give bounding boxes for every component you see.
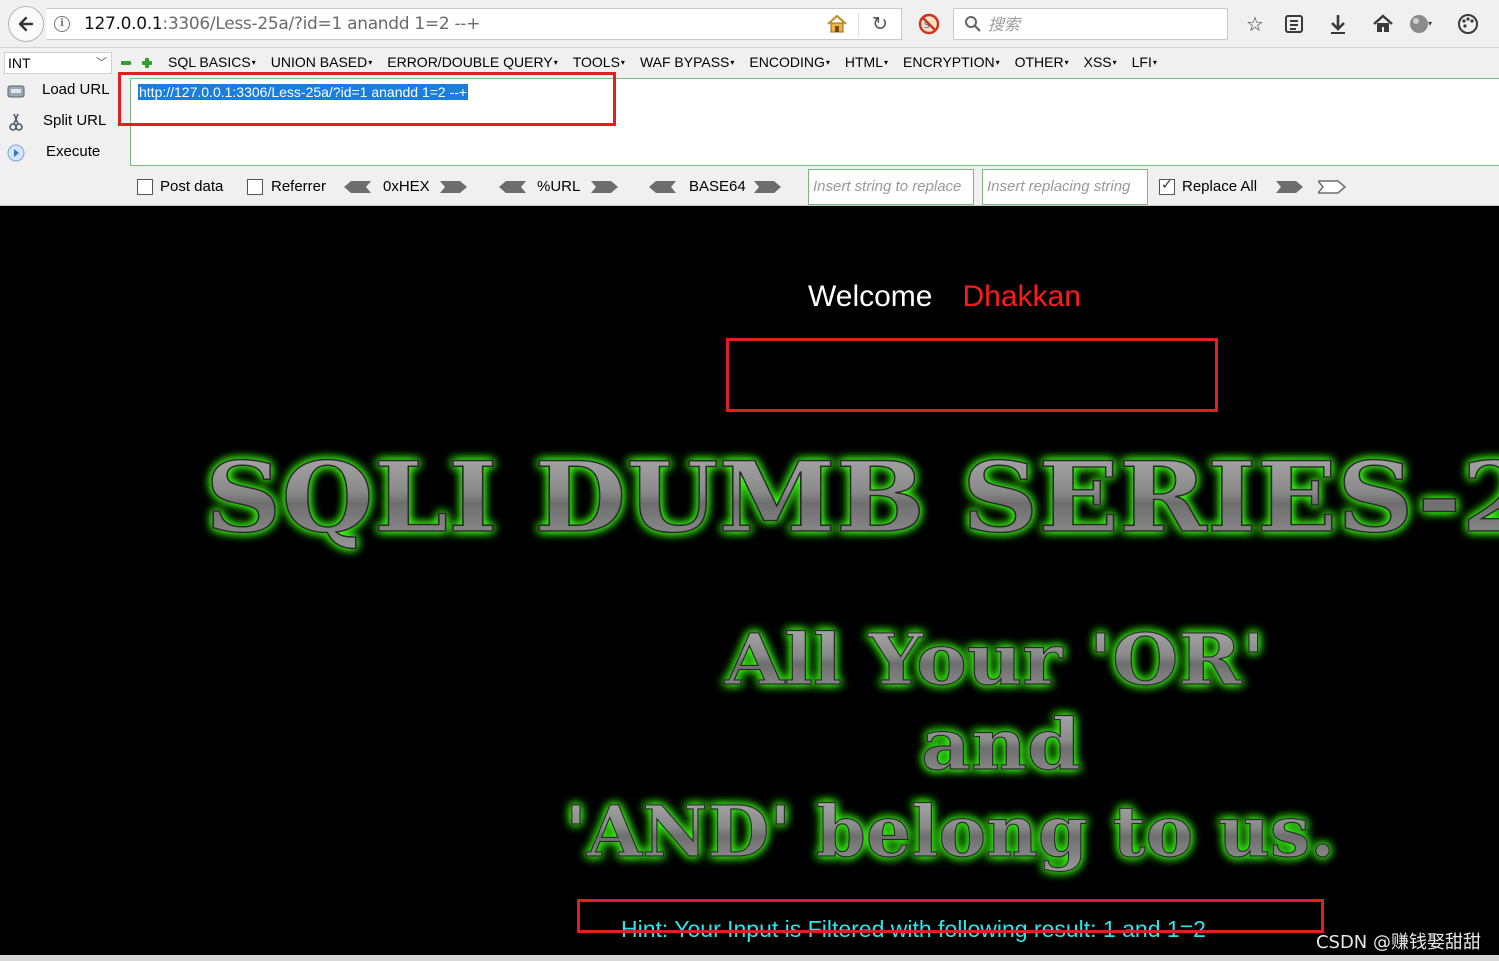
csdn-watermark: CSDN @赚钱娶甜甜 <box>1315 932 1481 953</box>
execute-button[interactable]: Execute <box>4 140 124 166</box>
hackbar-menu-other[interactable]: OTHER <box>1015 54 1069 70</box>
url-decode-arrow-icon[interactable] <box>498 179 526 195</box>
hackbar-menu-union-based[interactable]: UNION BASED <box>271 54 372 70</box>
url-encode-label: %URL <box>537 178 581 195</box>
post-data-checkbox[interactable] <box>137 179 153 195</box>
home-icon[interactable] <box>1371 12 1395 36</box>
execute-label: Execute <box>46 143 101 160</box>
search-bar[interactable] <box>953 8 1228 40</box>
page-content: Welcome Dhakkan SQLI DUMB SERIES-2 All Yo… <box>0 206 1499 961</box>
banner-subtitle-line3: 'AND' belong to us. <box>565 790 1335 873</box>
base64-label: BASE64 <box>689 178 746 195</box>
page-banner: SQLI DUMB SERIES-2 All Your 'OR' and 'AN… <box>204 440 1499 873</box>
hackbar-menu-html[interactable]: HTML <box>845 54 888 70</box>
annotation-box-hint <box>577 899 1324 933</box>
hackbar-menu-encryption[interactable]: ENCRYPTION <box>903 54 1000 70</box>
load-url-icon <box>7 85 25 98</box>
svg-text:▾: ▾ <box>1428 19 1432 28</box>
address-bar[interactable]: i 127.0.0.1:3306/Less-25a/?id=1 anandd 1… <box>46 8 902 40</box>
addon-globe-icon[interactable]: ▾ <box>1408 12 1432 36</box>
play-icon <box>7 144 25 162</box>
status-strip <box>0 955 1499 961</box>
search-input[interactable] <box>988 13 1218 35</box>
banner-subtitle-line1: All Your 'OR' <box>724 618 1265 701</box>
replace-arrow-icon[interactable] <box>1276 179 1304 195</box>
back-button[interactable] <box>8 6 44 42</box>
load-url-label: Load URL <box>42 81 110 98</box>
load-url-button[interactable]: Load URL <box>4 78 124 104</box>
chevron-down-icon: ﹀ <box>96 57 107 69</box>
type-select-value: INT <box>8 55 31 71</box>
hackbar-menu-sql-basics[interactable]: SQL BASICS <box>168 54 256 70</box>
arrow-left-icon <box>18 16 34 32</box>
split-url-label: Split URL <box>43 112 107 129</box>
referrer-checkbox[interactable] <box>247 179 263 195</box>
scissors-icon <box>9 113 23 131</box>
reload-icon[interactable]: ↻ <box>870 14 890 34</box>
hackbar-menu-waf-bypass[interactable]: WAF BYPASS <box>640 54 734 70</box>
hackbar-menu: SQL BASICS UNION BASED ERROR/DOUBLE QUERY T… <box>168 54 1172 70</box>
search-icon <box>965 16 981 32</box>
banner-title: SQLI DUMB SERIES-2 <box>205 441 1499 554</box>
noscript-icon[interactable]: S <box>918 13 940 35</box>
hex-label: 0xHEX <box>383 178 430 195</box>
download-icon[interactable] <box>1326 12 1350 36</box>
hackbar-menu-xss[interactable]: XSS <box>1084 54 1117 70</box>
hackbar-menu-lfi[interactable]: LFI <box>1132 54 1157 70</box>
replace-string-input[interactable]: Insert string to replace <box>808 169 974 205</box>
reading-list-icon[interactable] <box>1282 12 1306 36</box>
replace-all-checkbox[interactable] <box>1159 177 1175 195</box>
hex-decode-arrow-icon[interactable] <box>343 179 371 195</box>
replacing-string-input[interactable]: Insert replacing string <box>982 169 1148 205</box>
replace-all-label: Replace All <box>1182 178 1258 195</box>
post-data-label: Post data <box>160 178 224 195</box>
palette-icon[interactable] <box>1456 12 1480 36</box>
browser-navbar: i 127.0.0.1:3306/Less-25a/?id=1 anandd 1… <box>0 0 1499 48</box>
base64-encode-arrow-icon[interactable] <box>754 179 782 195</box>
annotation-box-url <box>118 72 616 126</box>
banner-subtitle-line2: and <box>921 703 1081 786</box>
minus-icon[interactable] <box>121 58 131 68</box>
address-divider <box>858 13 859 37</box>
site-home-icon[interactable] <box>826 14 848 34</box>
hackbar-menu-tools[interactable]: TOOLS <box>573 54 625 70</box>
bookmark-star-icon[interactable]: ☆ <box>1243 12 1267 36</box>
hackbar-panel: INT ﹀ SQL BASICS UNION BASED ERROR/DOUBLE Q… <box>0 48 1499 206</box>
url-encode-arrow-icon[interactable] <box>591 179 619 195</box>
hackbar-menu-error-double-query[interactable]: ERROR/DOUBLE QUERY <box>387 54 557 70</box>
replace-all-arrow-icon[interactable] <box>1318 179 1346 195</box>
hex-encode-arrow-icon[interactable] <box>440 179 468 195</box>
plus-icon[interactable] <box>142 58 152 68</box>
url-path: :3306/Less-25a/?id=1 anandd 1=2 --+ <box>162 14 481 34</box>
address-text[interactable]: 127.0.0.1:3306/Less-25a/?id=1 anandd 1=2… <box>84 14 480 34</box>
hackbar-menu-encoding[interactable]: ENCODING <box>749 54 829 70</box>
split-url-button[interactable]: Split URL <box>4 109 124 135</box>
type-select[interactable]: INT ﹀ <box>4 52 112 74</box>
base64-decode-arrow-icon[interactable] <box>648 179 676 195</box>
url-host: 127.0.0.1 <box>84 14 163 34</box>
info-icon[interactable]: i <box>54 16 70 32</box>
referrer-label: Referrer <box>271 178 327 195</box>
